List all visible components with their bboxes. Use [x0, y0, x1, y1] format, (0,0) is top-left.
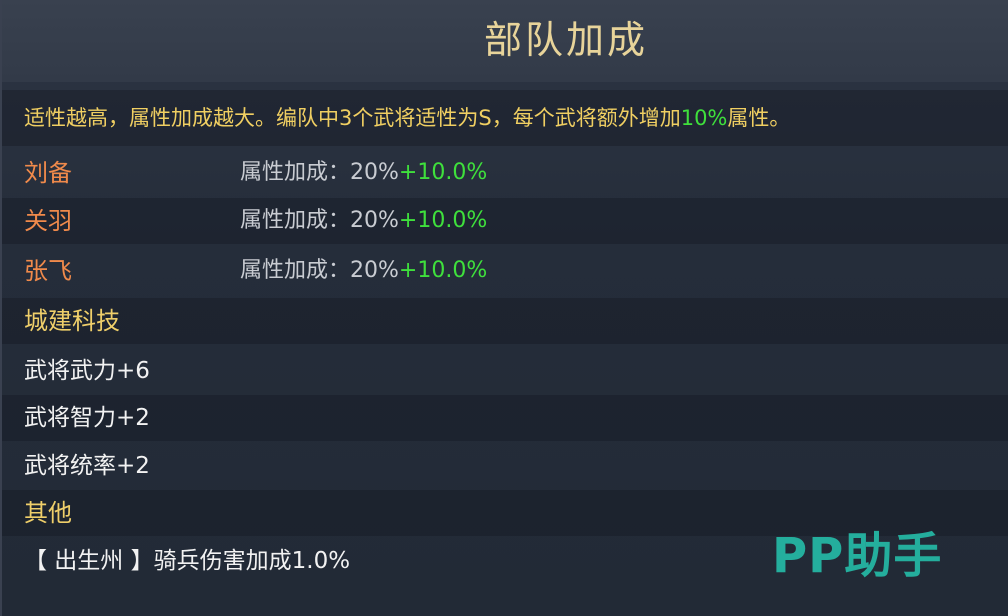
description-prefix: 适性越高，属性加成越大。编队中3个武将适性为S，每个武将额外增加: [24, 106, 681, 130]
general-name: 关羽: [24, 207, 72, 235]
general-name: 张飞: [24, 257, 72, 285]
city-tech-heading: 城建科技: [24, 307, 120, 335]
list-item: 武将武力+6: [2, 348, 1008, 394]
troop-bonus-panel: 部队加成 适性越高，属性加成越大。编队中3个武将适性为S，每个武将额外增加10%…: [0, 0, 1008, 616]
bonus-label: 属性加成：: [240, 160, 351, 185]
bonus-label: 属性加成：: [240, 258, 351, 283]
panel-title: 部队加成: [483, 18, 648, 62]
general-bonus: 属性加成：20%+10.0%: [240, 156, 487, 190]
section-row: 城建科技: [2, 298, 1008, 344]
general-name: 刘备: [24, 159, 72, 187]
general-row: 张飞 属性加成：20%+10.0%: [2, 248, 1008, 294]
list-item: 武将统率+2: [2, 443, 1008, 489]
general-row: 关羽 属性加成：20%+10.0%: [2, 198, 1008, 244]
city-tech-item: 武将智力+2: [24, 405, 150, 431]
description-suffix: 属性。: [727, 106, 791, 130]
bonus-label: 属性加成：: [240, 208, 351, 233]
description-highlight: 10%: [680, 106, 728, 130]
general-bonus: 属性加成：20%+10.0%: [240, 254, 487, 288]
bonus-extra: +10.0%: [398, 160, 488, 185]
other-item: 【 出生州 】骑兵伤害加成1.0%: [24, 548, 351, 574]
city-tech-item: 武将武力+6: [24, 358, 150, 384]
bonus-value: 20%: [350, 258, 399, 283]
bonus-value: 20%: [350, 208, 399, 233]
bonus-extra: +10.0%: [398, 208, 488, 233]
watermark-logo: PP助手: [772, 528, 943, 584]
general-bonus: 属性加成：20%+10.0%: [240, 204, 487, 238]
list-item: 武将智力+2: [2, 395, 1008, 441]
general-row: 刘备 属性加成：20%+10.0%: [2, 150, 1008, 196]
description-text: 适性越高，属性加成越大。编队中3个武将适性为S，每个武将额外增加10%属性。: [24, 98, 790, 138]
bonus-value: 20%: [350, 160, 399, 185]
bonus-extra: +10.0%: [398, 258, 488, 283]
other-heading: 其他: [24, 499, 72, 527]
city-tech-item: 武将统率+2: [24, 453, 150, 479]
